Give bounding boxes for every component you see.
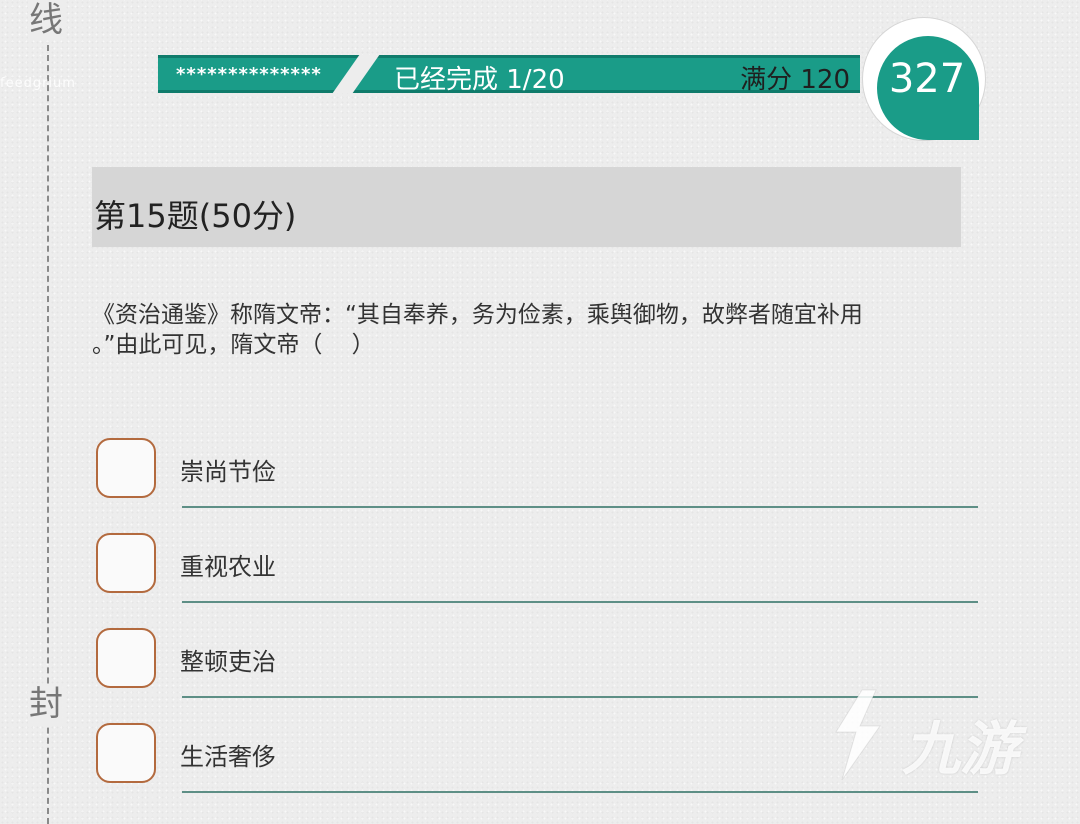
option-checkbox[interactable] — [96, 628, 156, 688]
site-watermark: 九游 — [822, 686, 1052, 796]
option-underline — [182, 506, 978, 508]
option-checkbox[interactable] — [96, 438, 156, 498]
score-value: 327 — [888, 56, 966, 102]
question-title-bar: 第15题(50分) — [92, 167, 961, 247]
option-label[interactable]: 崇尚节俭 — [180, 452, 276, 487]
full-score-text: 满分 120 — [740, 65, 850, 95]
question-text: 《资治通鉴》称隋文帝：“其自奉养，务为俭素，乘舆御物，故弊者随宜补用 。”由此可… — [92, 302, 863, 358]
option-a[interactable]: 崇尚节俭 — [96, 438, 978, 508]
option-underline — [182, 601, 978, 603]
option-label[interactable]: 重视农业 — [180, 547, 276, 582]
option-b[interactable]: 重视农业 — [96, 533, 978, 603]
option-checkbox[interactable] — [96, 533, 156, 593]
progress-header-bar: ************** 已经完成 1/20 满分 120 — [158, 55, 860, 95]
binding-char-bottom: 封 — [28, 684, 64, 724]
score-badge: 327 — [862, 17, 986, 141]
binding-char-top: 线 — [28, 0, 64, 40]
stars-rating: ************** — [176, 64, 322, 85]
watermark-logo-icon — [835, 689, 881, 781]
corner-watermark-url: feedgrium — [0, 76, 76, 91]
option-label[interactable]: 整顿吏治 — [180, 642, 276, 677]
score-badge-fill: 327 — [877, 36, 979, 140]
watermark-text: 九游 — [902, 715, 1019, 783]
option-label[interactable]: 生活奢侈 — [180, 737, 276, 772]
option-checkbox[interactable] — [96, 723, 156, 783]
progress-text: 已经完成 1/20 — [394, 65, 565, 95]
question-title: 第15题(50分) — [94, 197, 297, 235]
